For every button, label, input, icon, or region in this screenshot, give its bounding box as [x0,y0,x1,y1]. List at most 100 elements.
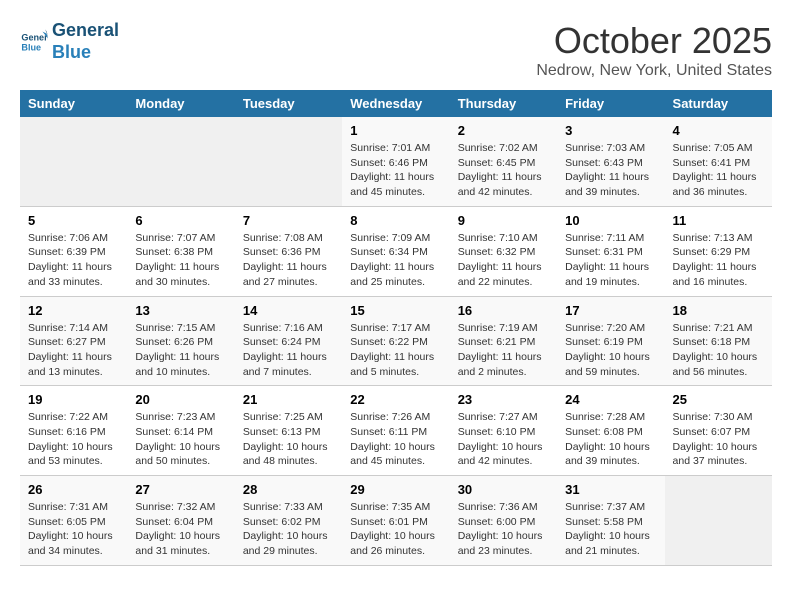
calendar-cell: 8Sunrise: 7:09 AM Sunset: 6:34 PM Daylig… [342,206,449,296]
calendar-week-row: 1 Sunrise: 7:01 AM Sunset: 6:46 PM Daylig… [20,117,772,206]
calendar-cell: 2 Sunrise: 7:02 AM Sunset: 6:45 PM Daylig… [450,117,557,206]
calendar-cell: 6Sunrise: 7:07 AM Sunset: 6:38 PM Daylig… [127,206,234,296]
day-info: Sunrise: 7:01 AM Sunset: 6:46 PM Dayligh… [350,141,441,200]
day-info: Sunrise: 7:33 AM Sunset: 6:02 PM Dayligh… [243,500,334,559]
weekday-header-row: SundayMondayTuesdayWednesdayThursdayFrid… [20,90,772,117]
day-number: 4 [673,123,764,138]
day-info: Sunrise: 7:31 AM Sunset: 6:05 PM Dayligh… [28,500,119,559]
weekday-header: Saturday [665,90,772,117]
day-number: 20 [135,392,226,407]
day-info: Sunrise: 7:35 AM Sunset: 6:01 PM Dayligh… [350,500,441,559]
day-info: Sunrise: 7:08 AM Sunset: 6:36 PM Dayligh… [243,231,334,290]
calendar-cell: 12 Sunrise: 7:14 AM Sunset: 6:27 PM Dayli… [20,296,127,386]
weekday-header: Tuesday [235,90,342,117]
day-number: 31 [565,482,656,497]
calendar-week-row: 19 Sunrise: 7:22 AM Sunset: 6:16 PM Dayli… [20,386,772,476]
day-number: 25 [673,392,764,407]
logo-icon: General Blue [20,28,48,56]
page-header: General Blue GeneralBlue October 2025 Ne… [20,20,772,80]
day-number: 18 [673,303,764,318]
calendar-cell: 19 Sunrise: 7:22 AM Sunset: 6:16 PM Dayli… [20,386,127,476]
calendar-table: SundayMondayTuesdayWednesdayThursdayFrid… [20,90,772,566]
calendar-cell: 4 Sunrise: 7:05 AM Sunset: 6:41 PM Daylig… [665,117,772,206]
location: Nedrow, New York, United States [536,62,772,80]
calendar-cell: 31 Sunrise: 7:37 AM Sunset: 5:58 PM Dayli… [557,476,664,566]
day-info: Sunrise: 7:27 AM Sunset: 6:10 PM Dayligh… [458,410,549,469]
weekday-header: Sunday [20,90,127,117]
weekday-header: Friday [557,90,664,117]
day-info: Sunrise: 7:22 AM Sunset: 6:16 PM Dayligh… [28,410,119,469]
day-info: Sunrise: 7:14 AM Sunset: 6:27 PM Dayligh… [28,321,119,380]
day-number: 23 [458,392,549,407]
calendar-cell: 26 Sunrise: 7:31 AM Sunset: 6:05 PM Dayli… [20,476,127,566]
calendar-cell: 22 Sunrise: 7:26 AM Sunset: 6:11 PM Dayli… [342,386,449,476]
day-info: Sunrise: 7:32 AM Sunset: 6:04 PM Dayligh… [135,500,226,559]
calendar-cell: 28Sunrise: 7:33 AM Sunset: 6:02 PM Dayli… [235,476,342,566]
day-info: Sunrise: 7:23 AM Sunset: 6:14 PM Dayligh… [135,410,226,469]
calendar-cell: 14Sunrise: 7:16 AM Sunset: 6:24 PM Dayli… [235,296,342,386]
day-info: Sunrise: 7:17 AM Sunset: 6:22 PM Dayligh… [350,321,441,380]
calendar-week-row: 26 Sunrise: 7:31 AM Sunset: 6:05 PM Dayli… [20,476,772,566]
calendar-cell: 25 Sunrise: 7:30 AM Sunset: 6:07 PM Dayli… [665,386,772,476]
day-info: Sunrise: 7:30 AM Sunset: 6:07 PM Dayligh… [673,410,764,469]
day-info: Sunrise: 7:15 AM Sunset: 6:26 PM Dayligh… [135,321,226,380]
day-number: 19 [28,392,119,407]
day-info: Sunrise: 7:02 AM Sunset: 6:45 PM Dayligh… [458,141,549,200]
day-number: 13 [135,303,226,318]
day-info: Sunrise: 7:36 AM Sunset: 6:00 PM Dayligh… [458,500,549,559]
calendar-cell: 7 Sunrise: 7:08 AM Sunset: 6:36 PM Daylig… [235,206,342,296]
calendar-cell: 30 Sunrise: 7:36 AM Sunset: 6:00 PM Dayli… [450,476,557,566]
day-info: Sunrise: 7:07 AM Sunset: 6:38 PM Dayligh… [135,231,226,290]
day-info: Sunrise: 7:21 AM Sunset: 6:18 PM Dayligh… [673,321,764,380]
calendar-cell [665,476,772,566]
weekday-header: Thursday [450,90,557,117]
calendar-cell: 16 Sunrise: 7:19 AM Sunset: 6:21 PM Dayli… [450,296,557,386]
day-info: Sunrise: 7:05 AM Sunset: 6:41 PM Dayligh… [673,141,764,200]
day-number: 29 [350,482,441,497]
day-info: Sunrise: 7:37 AM Sunset: 5:58 PM Dayligh… [565,500,656,559]
calendar-cell: 18 Sunrise: 7:21 AM Sunset: 6:18 PM Dayli… [665,296,772,386]
calendar-cell: 1 Sunrise: 7:01 AM Sunset: 6:46 PM Daylig… [342,117,449,206]
day-number: 12 [28,303,119,318]
day-number: 24 [565,392,656,407]
day-number: 15 [350,303,441,318]
day-number: 9 [458,213,549,228]
day-info: Sunrise: 7:25 AM Sunset: 6:13 PM Dayligh… [243,410,334,469]
day-number: 21 [243,392,334,407]
day-info: Sunrise: 7:20 AM Sunset: 6:19 PM Dayligh… [565,321,656,380]
day-number: 17 [565,303,656,318]
calendar-cell: 29 Sunrise: 7:35 AM Sunset: 6:01 PM Dayli… [342,476,449,566]
title-section: October 2025 Nedrow, New York, United St… [536,20,772,80]
calendar-cell: 24 Sunrise: 7:28 AM Sunset: 6:08 PM Dayli… [557,386,664,476]
calendar-cell: 3Sunrise: 7:03 AM Sunset: 6:43 PM Daylig… [557,117,664,206]
day-info: Sunrise: 7:26 AM Sunset: 6:11 PM Dayligh… [350,410,441,469]
day-number: 10 [565,213,656,228]
day-info: Sunrise: 7:03 AM Sunset: 6:43 PM Dayligh… [565,141,656,200]
day-number: 2 [458,123,549,138]
calendar-cell [20,117,127,206]
day-info: Sunrise: 7:06 AM Sunset: 6:39 PM Dayligh… [28,231,119,290]
calendar-cell: 5 Sunrise: 7:06 AM Sunset: 6:39 PM Daylig… [20,206,127,296]
day-info: Sunrise: 7:09 AM Sunset: 6:34 PM Dayligh… [350,231,441,290]
day-number: 7 [243,213,334,228]
weekday-header: Monday [127,90,234,117]
logo-text: GeneralBlue [52,20,119,63]
day-number: 14 [243,303,334,318]
day-number: 1 [350,123,441,138]
logo: General Blue GeneralBlue [20,20,119,63]
day-info: Sunrise: 7:19 AM Sunset: 6:21 PM Dayligh… [458,321,549,380]
calendar-week-row: 5 Sunrise: 7:06 AM Sunset: 6:39 PM Daylig… [20,206,772,296]
day-info: Sunrise: 7:10 AM Sunset: 6:32 PM Dayligh… [458,231,549,290]
day-number: 30 [458,482,549,497]
calendar-cell: 13 Sunrise: 7:15 AM Sunset: 6:26 PM Dayli… [127,296,234,386]
calendar-cell: 11 Sunrise: 7:13 AM Sunset: 6:29 PM Dayli… [665,206,772,296]
day-number: 16 [458,303,549,318]
day-info: Sunrise: 7:28 AM Sunset: 6:08 PM Dayligh… [565,410,656,469]
day-number: 5 [28,213,119,228]
day-number: 26 [28,482,119,497]
day-number: 11 [673,213,764,228]
svg-text:Blue: Blue [21,42,41,52]
day-info: Sunrise: 7:13 AM Sunset: 6:29 PM Dayligh… [673,231,764,290]
day-number: 22 [350,392,441,407]
calendar-cell: 17 Sunrise: 7:20 AM Sunset: 6:19 PM Dayli… [557,296,664,386]
